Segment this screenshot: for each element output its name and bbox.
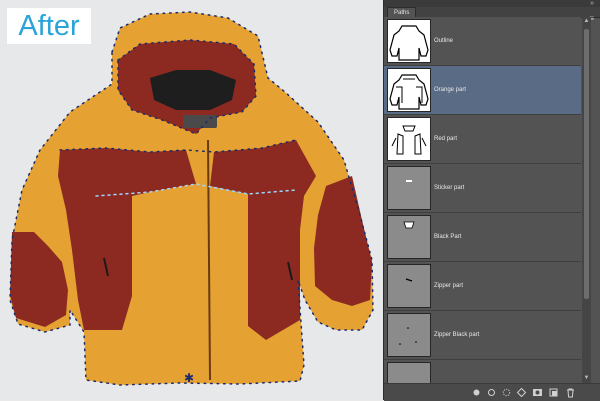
after-badge: After xyxy=(7,8,91,44)
path-label: Orange part xyxy=(434,87,467,93)
path-label: Red part xyxy=(434,136,458,142)
path-row-sticker-part[interactable]: Sticker part xyxy=(384,164,581,213)
path-thumbnail-sticker xyxy=(387,166,431,210)
paths-panel: » Paths ≡ Outline Orange part Red part S… xyxy=(383,0,600,401)
path-row-orange-part[interactable]: Orange part xyxy=(384,66,581,115)
path-list: Outline Orange part Red part Sticker par… xyxy=(384,17,581,383)
path-thumbnail-black xyxy=(387,215,431,259)
path-row-red-part[interactable]: Red part xyxy=(384,115,581,164)
trash-icon[interactable] xyxy=(565,387,576,398)
scroll-down-arrow-icon[interactable]: ▼ xyxy=(582,374,591,383)
new-path-icon[interactable] xyxy=(548,387,559,398)
image-canvas[interactable]: ✱ After xyxy=(0,0,383,400)
path-label: Zipper Black part xyxy=(434,332,480,338)
path-thumbnail-outline xyxy=(387,19,431,63)
path-row-partial[interactable] xyxy=(384,360,581,383)
fill-path-icon[interactable] xyxy=(471,387,482,398)
jacket-artwork: ✱ xyxy=(9,11,374,386)
path-thumbnail-zipper xyxy=(387,264,431,308)
path-row-black-part[interactable]: Black Part xyxy=(384,213,581,262)
path-label: Sticker part xyxy=(434,185,465,191)
path-label: Outline xyxy=(434,38,454,44)
scroll-up-arrow-icon[interactable]: ▲ xyxy=(582,17,591,26)
make-work-path-icon[interactable] xyxy=(516,387,527,398)
path-row-zipper-part[interactable]: Zipper part xyxy=(384,262,581,311)
double-chevron-icon[interactable]: » xyxy=(590,0,594,7)
path-row-zipper-black-part[interactable]: Zipper Black part xyxy=(384,311,581,360)
scroll-thumb[interactable] xyxy=(584,29,589,299)
path-thumbnail-partial xyxy=(387,362,431,383)
path-list-scrollbar[interactable]: ▲ ▼ xyxy=(582,17,591,383)
path-thumbnail-red xyxy=(387,117,431,161)
stroke-path-icon[interactable] xyxy=(486,387,497,398)
path-thumbnail-zipper-black xyxy=(387,313,431,357)
path-thumbnail-orange xyxy=(387,68,431,112)
load-as-selection-icon[interactable] xyxy=(501,387,512,398)
path-row-outline[interactable]: Outline xyxy=(384,17,581,66)
jacket-sticker xyxy=(183,115,217,128)
jacket-black-collar xyxy=(150,70,236,110)
star-icon: ✱ xyxy=(184,371,194,385)
path-label: Zipper part xyxy=(434,283,464,289)
panel-title-bar: » xyxy=(384,0,600,7)
path-label: Black Part xyxy=(434,234,462,240)
panel-bottom-toolbar xyxy=(384,383,600,401)
add-mask-icon[interactable] xyxy=(532,387,543,398)
